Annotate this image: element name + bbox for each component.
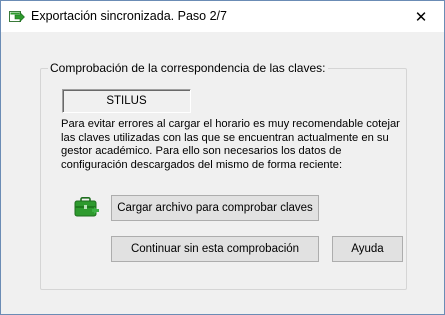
- code-field: STILUS: [62, 89, 191, 113]
- help-label: Ayuda: [351, 243, 384, 255]
- close-button[interactable]: ✕: [398, 1, 444, 32]
- dialog-window: Exportación sincronizada. Paso 2/7 ✕ Com…: [0, 0, 445, 315]
- continue-without-check-label: Continuar sin esta comprobación: [130, 243, 300, 255]
- load-keys-file-button[interactable]: Cargar archivo para comprobar claves: [111, 195, 319, 221]
- code-value: STILUS: [106, 95, 147, 107]
- green-bag-icon: [74, 197, 99, 217]
- description-text: Para evitar errores al cargar el horario…: [61, 118, 400, 171]
- export-arrow-icon: [9, 11, 25, 23]
- help-button[interactable]: Ayuda: [332, 236, 403, 262]
- continue-without-check-button[interactable]: Continuar sin esta comprobación: [111, 236, 319, 262]
- window-title: Exportación sincronizada. Paso 2/7: [31, 9, 227, 23]
- close-icon: ✕: [414, 8, 428, 26]
- load-keys-file-label: Cargar archivo para comprobar claves: [117, 202, 313, 214]
- groupbox-label: Comprobación de la correspondencia de la…: [48, 61, 328, 75]
- title-bar[interactable]: Exportación sincronizada. Paso 2/7 ✕: [1, 1, 444, 32]
